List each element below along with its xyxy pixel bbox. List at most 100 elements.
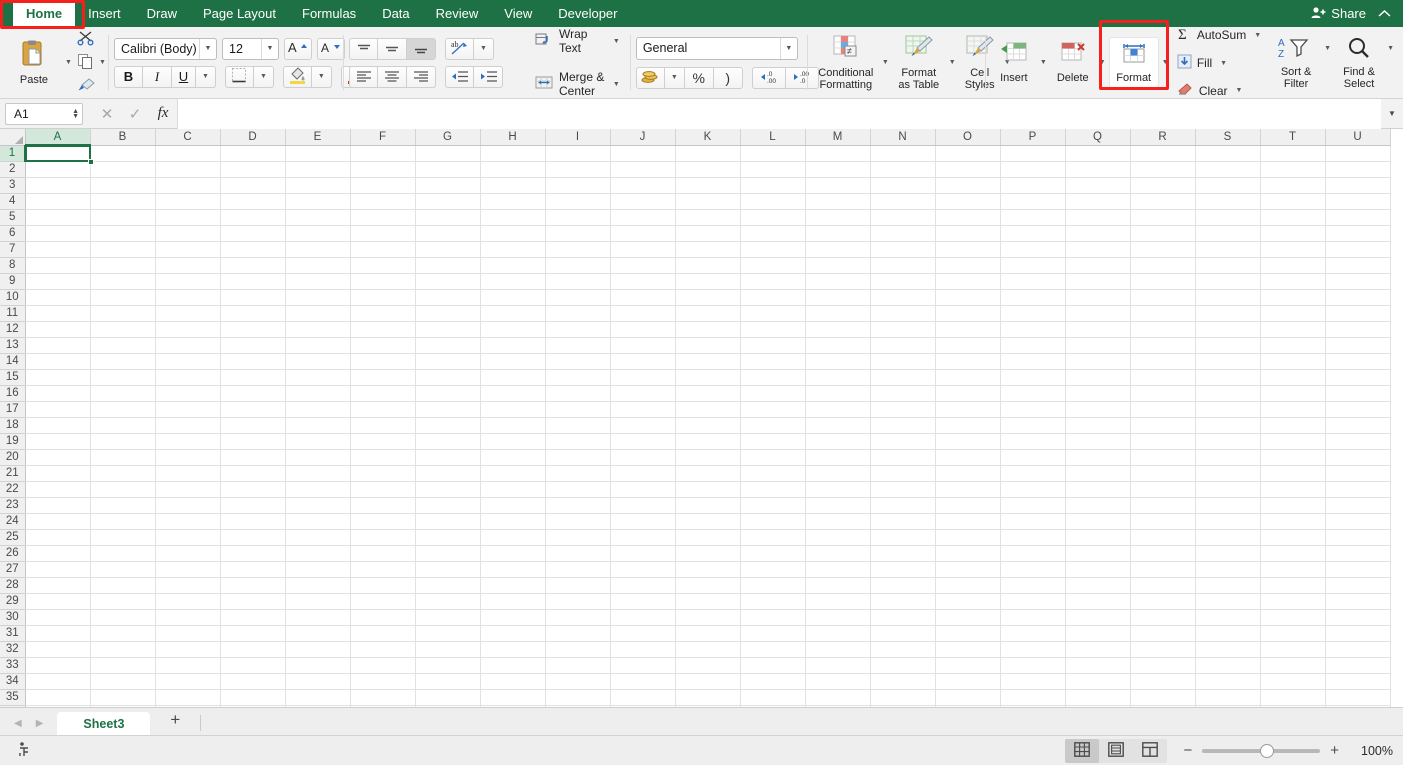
- cell-Q5[interactable]: [1065, 209, 1131, 226]
- number-format-caret[interactable]: ▼: [779, 37, 797, 59]
- cell-L33[interactable]: [740, 657, 806, 674]
- cell-S12[interactable]: [1195, 321, 1261, 338]
- cell-B15[interactable]: [90, 369, 156, 386]
- cell-H17[interactable]: [480, 401, 546, 418]
- cell-F2[interactable]: [350, 161, 416, 178]
- cell-U36[interactable]: [1325, 705, 1391, 707]
- cell-I28[interactable]: [545, 577, 611, 594]
- cell-D34[interactable]: [220, 673, 286, 690]
- cell-L4[interactable]: [740, 193, 806, 210]
- cell-M29[interactable]: [805, 593, 871, 610]
- cell-R34[interactable]: [1130, 673, 1196, 690]
- cell-P7[interactable]: [1000, 241, 1066, 258]
- cell-P21[interactable]: [1000, 465, 1066, 482]
- cell-M12[interactable]: [805, 321, 871, 338]
- cell-M22[interactable]: [805, 481, 871, 498]
- cell-H35[interactable]: [480, 689, 546, 706]
- cell-S21[interactable]: [1195, 465, 1261, 482]
- cell-P33[interactable]: [1000, 657, 1066, 674]
- column-header-N[interactable]: N: [870, 129, 936, 146]
- cell-Q32[interactable]: [1065, 641, 1131, 658]
- cell-M4[interactable]: [805, 193, 871, 210]
- cell-D20[interactable]: [220, 449, 286, 466]
- cell-H14[interactable]: [480, 353, 546, 370]
- tab-review[interactable]: Review: [423, 0, 492, 27]
- cell-N31[interactable]: [870, 625, 936, 642]
- cell-G3[interactable]: [415, 177, 481, 194]
- cell-F15[interactable]: [350, 369, 416, 386]
- row-header-7[interactable]: 7: [0, 241, 26, 258]
- cell-G5[interactable]: [415, 209, 481, 226]
- cell-B22[interactable]: [90, 481, 156, 498]
- cell-H6[interactable]: [480, 225, 546, 242]
- cell-J19[interactable]: [610, 433, 676, 450]
- cell-A28[interactable]: [25, 577, 91, 594]
- cell-E18[interactable]: [285, 417, 351, 434]
- cell-C20[interactable]: [155, 449, 221, 466]
- cell-D26[interactable]: [220, 545, 286, 562]
- cell-M26[interactable]: [805, 545, 871, 562]
- cell-U31[interactable]: [1325, 625, 1391, 642]
- row-header-8[interactable]: 8: [0, 257, 26, 274]
- row-header-6[interactable]: 6: [0, 225, 26, 242]
- row-header-14[interactable]: 14: [0, 353, 26, 370]
- cell-T4[interactable]: [1260, 193, 1326, 210]
- font-size-caret[interactable]: ▼: [261, 38, 278, 59]
- cell-M30[interactable]: [805, 609, 871, 626]
- cell-D16[interactable]: [220, 385, 286, 402]
- cell-T35[interactable]: [1260, 689, 1326, 706]
- cell-A25[interactable]: [25, 529, 91, 546]
- cell-S23[interactable]: [1195, 497, 1261, 514]
- cell-C5[interactable]: [155, 209, 221, 226]
- cell-S3[interactable]: [1195, 177, 1261, 194]
- cell-R15[interactable]: [1130, 369, 1196, 386]
- format-as-table-caret[interactable]: ▼: [946, 59, 959, 66]
- cell-T23[interactable]: [1260, 497, 1326, 514]
- cell-I21[interactable]: [545, 465, 611, 482]
- cell-G12[interactable]: [415, 321, 481, 338]
- cell-K23[interactable]: [675, 497, 741, 514]
- row-header-10[interactable]: 10: [0, 289, 26, 306]
- delete-cells-button[interactable]: Delete: [1050, 38, 1096, 88]
- cell-P1[interactable]: [1000, 145, 1066, 162]
- cell-D25[interactable]: [220, 529, 286, 546]
- cell-F27[interactable]: [350, 561, 416, 578]
- cell-E30[interactable]: [285, 609, 351, 626]
- cell-N4[interactable]: [870, 193, 936, 210]
- cell-I6[interactable]: [545, 225, 611, 242]
- cell-A16[interactable]: [25, 385, 91, 402]
- cell-N35[interactable]: [870, 689, 936, 706]
- cell-L20[interactable]: [740, 449, 806, 466]
- chevron-down-icon[interactable]: ▼: [1381, 109, 1403, 118]
- cell-P3[interactable]: [1000, 177, 1066, 194]
- cell-B21[interactable]: [90, 465, 156, 482]
- cell-N8[interactable]: [870, 257, 936, 274]
- cell-I9[interactable]: [545, 273, 611, 290]
- cell-T14[interactable]: [1260, 353, 1326, 370]
- cell-B33[interactable]: [90, 657, 156, 674]
- cell-N33[interactable]: [870, 657, 936, 674]
- column-header-H[interactable]: H: [480, 129, 546, 146]
- cell-I3[interactable]: [545, 177, 611, 194]
- cell-A23[interactable]: [25, 497, 91, 514]
- cell-R11[interactable]: [1130, 305, 1196, 322]
- cell-J12[interactable]: [610, 321, 676, 338]
- cell-N29[interactable]: [870, 593, 936, 610]
- cell-F26[interactable]: [350, 545, 416, 562]
- cell-R3[interactable]: [1130, 177, 1196, 194]
- cell-U6[interactable]: [1325, 225, 1391, 242]
- row-header-15[interactable]: 15: [0, 369, 26, 386]
- cell-R4[interactable]: [1130, 193, 1196, 210]
- chevron-up-icon[interactable]: [1374, 0, 1403, 27]
- cell-D15[interactable]: [220, 369, 286, 386]
- cell-J24[interactable]: [610, 513, 676, 530]
- cell-L23[interactable]: [740, 497, 806, 514]
- cell-E31[interactable]: [285, 625, 351, 642]
- cell-K15[interactable]: [675, 369, 741, 386]
- cell-M25[interactable]: [805, 529, 871, 546]
- cell-U16[interactable]: [1325, 385, 1391, 402]
- cell-F25[interactable]: [350, 529, 416, 546]
- cell-D30[interactable]: [220, 609, 286, 626]
- cell-J5[interactable]: [610, 209, 676, 226]
- cell-R14[interactable]: [1130, 353, 1196, 370]
